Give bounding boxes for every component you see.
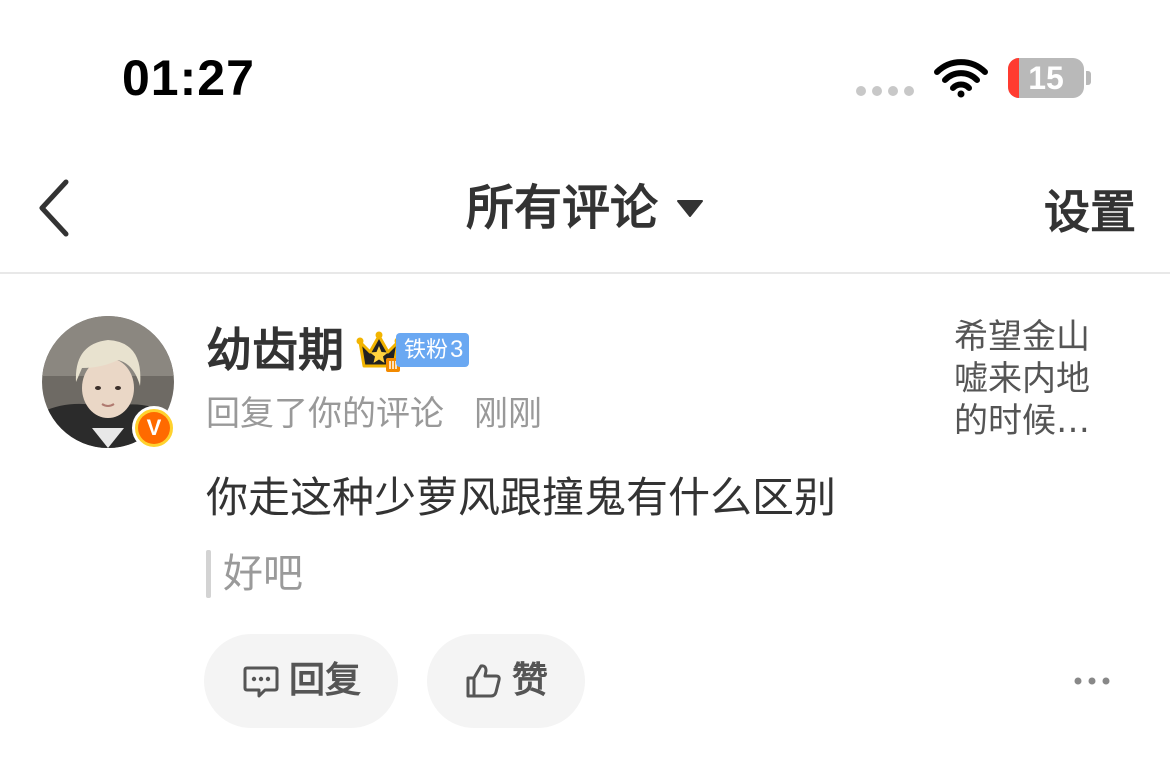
- battery-icon: 15: [1008, 58, 1084, 98]
- caret-down-icon: [677, 200, 703, 217]
- fan-badge-label: 铁粉: [404, 338, 449, 363]
- header-divider: [0, 272, 1170, 274]
- battery-level: 15: [1028, 60, 1064, 96]
- status-time: 01:27: [122, 50, 255, 106]
- action-text: 回复了你的评论: [206, 394, 444, 434]
- quoted-comment[interactable]: 好吧: [206, 548, 303, 600]
- page-title: 所有评论: [465, 180, 658, 236]
- username[interactable]: 幼齿期: [206, 320, 344, 380]
- username-row: 幼齿期 铁粉3: [206, 320, 470, 380]
- quoted-text: 好吧: [223, 551, 303, 597]
- fan-badge: 铁粉3: [396, 333, 470, 367]
- like-label: 赞: [511, 660, 548, 701]
- quote-bar: [206, 550, 211, 598]
- comment-text[interactable]: 你走这种少萝风跟撞鬼有什么区别: [206, 470, 836, 526]
- reply-button[interactable]: 回复: [204, 634, 398, 728]
- cellular-signal-icon: [856, 86, 914, 96]
- vip-label: V: [138, 412, 170, 444]
- comment-icon: [243, 666, 279, 698]
- chevron-left-icon[interactable]: [30, 176, 80, 240]
- settings-button[interactable]: 设置: [1044, 182, 1136, 242]
- vip-badge: V: [132, 406, 176, 450]
- comment-filter-dropdown[interactable]: 所有评论: [466, 176, 704, 240]
- original-post-preview[interactable]: 希望金山嘘来内地的时候…: [954, 316, 1110, 442]
- reply-label: 回复: [288, 660, 361, 701]
- comment-meta: 回复了你的评论 刚刚: [206, 392, 542, 436]
- thumbs-up-icon: [466, 664, 501, 698]
- more-dots-icon[interactable]: [1070, 668, 1114, 694]
- like-button[interactable]: 赞: [427, 634, 585, 728]
- wifi-icon: [934, 59, 988, 98]
- fan-badge-level: 3: [450, 336, 464, 363]
- timestamp: 刚刚: [474, 394, 542, 434]
